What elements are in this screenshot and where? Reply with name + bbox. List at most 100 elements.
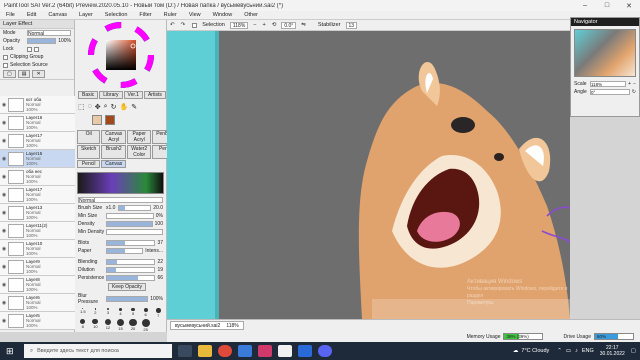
document-tab[interactable]: вусьмевусьний.sai2 118% xyxy=(170,321,244,330)
menu-selection[interactable]: Selection xyxy=(99,12,134,18)
brush-size-preset[interactable]: 8 xyxy=(77,318,89,332)
eyedropper-icon[interactable]: ✎ xyxy=(131,103,137,112)
layer-row[interactable]: ◉ Layer16 Normal 100% xyxy=(0,114,75,132)
visibility-eye-icon[interactable]: ◉ xyxy=(0,312,8,330)
lasso-tool-icon[interactable]: ◌ xyxy=(88,103,92,112)
drawing-canvas[interactable]: Активация Windows Чтобы активировать Win… xyxy=(167,31,570,319)
layer-row[interactable]: ◉ Layer5 Normal 100% xyxy=(0,312,75,330)
zoom-in-icon[interactable]: + xyxy=(260,22,269,28)
navigator-scale-field[interactable]: 118% xyxy=(590,81,627,87)
brush-tool-slot[interactable]: Water2 Color xyxy=(127,145,152,159)
layer-row[interactable]: ◉ Layer10 Normal 100% xyxy=(0,240,75,258)
weather-text[interactable]: 7°C Cloudy xyxy=(521,348,549,354)
explorer-icon[interactable] xyxy=(198,345,212,357)
visibility-eye-icon[interactable]: ◉ xyxy=(0,96,8,114)
taskbar-clock[interactable]: 22:17 30.01.2022 xyxy=(600,345,625,357)
blending-slider[interactable] xyxy=(106,259,156,265)
select-tool-icon[interactable]: ⬚ xyxy=(78,103,85,112)
min-size-slider[interactable] xyxy=(106,213,154,219)
zoom-field[interactable]: 118% xyxy=(229,21,249,29)
store-icon[interactable] xyxy=(238,345,252,357)
visibility-eye-icon[interactable]: ◉ xyxy=(0,222,8,240)
windows-start-icon[interactable]: ⊞ xyxy=(6,346,14,357)
delete-layer-icon[interactable]: ✕ xyxy=(32,70,45,78)
visibility-eye-icon[interactable]: ◉ xyxy=(0,204,8,222)
redo-icon[interactable]: ↷ xyxy=(178,22,189,28)
brush-size-preset[interactable]: 20 xyxy=(127,318,139,332)
color-tab-ver1[interactable]: Ver.1 xyxy=(123,91,143,99)
brush-size-preset[interactable]: 10 xyxy=(90,318,102,332)
brush-size-preset[interactable]: 25 xyxy=(140,318,152,332)
dilution-slider[interactable] xyxy=(106,267,156,273)
discord-icon[interactable] xyxy=(318,345,332,357)
move-tool-icon[interactable]: ✥ xyxy=(95,103,101,112)
menu-window[interactable]: Window xyxy=(207,12,239,18)
layer-row[interactable]: ◉ Layer9 Normal 100% xyxy=(0,258,75,276)
brush-size-preset[interactable]: 7 xyxy=(152,308,164,318)
clipping-checkbox[interactable] xyxy=(3,54,8,60)
layer-row[interactable]: ◉ оба нес Normal 100% xyxy=(0,168,75,186)
paper-slider[interactable] xyxy=(106,248,144,254)
color-tab-library[interactable]: Library xyxy=(99,91,123,99)
task-view-icon[interactable] xyxy=(178,345,192,357)
menu-ruler[interactable]: Ruler xyxy=(158,12,183,18)
layer-row[interactable]: ◉ Layer11(2) Normal 100% xyxy=(0,222,75,240)
color-wheel[interactable] xyxy=(75,20,167,90)
navigator-zoom-out-icon[interactable]: − xyxy=(633,81,636,87)
visibility-eye-icon[interactable]: ◉ xyxy=(0,276,8,294)
min-density-slider[interactable] xyxy=(106,229,163,235)
visibility-eye-icon[interactable]: ◉ xyxy=(0,114,8,132)
rotate-tool-icon[interactable]: ↻ xyxy=(111,103,117,112)
brush-size-preset[interactable]: 3 xyxy=(102,308,114,318)
new-folder-icon[interactable]: ▤ xyxy=(17,70,31,78)
brush-size-preset[interactable]: 5 xyxy=(127,308,139,318)
new-layer-icon[interactable]: ▢ xyxy=(3,70,16,78)
navigator-thumbnail[interactable] xyxy=(574,29,636,77)
density-slider[interactable] xyxy=(106,221,153,227)
color-tab-artists[interactable]: Artists xyxy=(143,91,166,99)
menu-edit[interactable]: Edit xyxy=(21,12,42,18)
blur-pressure-slider[interactable] xyxy=(106,296,149,302)
minimize-button[interactable]: – xyxy=(574,2,596,9)
navigator-angle-field[interactable]: 0° xyxy=(590,89,630,95)
weather-icon[interactable]: ☁ xyxy=(513,348,519,354)
menu-canvas[interactable]: Canvas xyxy=(42,12,73,18)
persistence-slider[interactable] xyxy=(106,275,156,281)
selection-source-checkbox[interactable] xyxy=(3,62,8,68)
layer-row[interactable]: ◉ Layer6 Normal 100% xyxy=(0,294,75,312)
browser-icon[interactable] xyxy=(218,345,232,357)
mode-select[interactable]: Normal xyxy=(27,30,71,37)
brush-size-preset[interactable]: 4 xyxy=(115,308,127,318)
language-indicator[interactable]: ENG xyxy=(582,348,594,354)
visibility-eye-icon[interactable]: ◉ xyxy=(0,240,8,258)
hand-tool-icon[interactable]: ✋ xyxy=(119,103,128,112)
undo-icon[interactable]: ↶ xyxy=(167,22,178,28)
flip-icon[interactable]: ⇋ xyxy=(298,22,309,28)
layer-row[interactable]: ◉ Layer17 Normal 100% xyxy=(0,186,75,204)
brush-size-mult[interactable]: x1.0 xyxy=(106,205,118,211)
brush-tool-slot[interactable]: Canvas xyxy=(101,160,127,168)
layer-row[interactable]: ◉ Layer8 Normal 100% xyxy=(0,276,75,294)
navigator-zoom-in-icon[interactable]: + xyxy=(628,81,631,87)
brush-tool-slot[interactable]: Pencil xyxy=(77,160,101,168)
volume-icon[interactable]: ♪ xyxy=(575,348,578,354)
visibility-eye-icon[interactable]: ◉ xyxy=(0,150,8,168)
brush-mode-select[interactable]: Normal xyxy=(78,197,163,204)
keep-opacity-button[interactable]: Keep Opacity xyxy=(108,283,147,291)
menu-other[interactable]: Other xyxy=(238,12,264,18)
network-icon[interactable]: ▭ xyxy=(566,348,571,354)
menu-file[interactable]: File xyxy=(0,12,21,18)
layer-row[interactable]: ◉ Layer15 Normal 100% xyxy=(0,150,75,168)
brush-tool-slot[interactable]: Canvas Acryl xyxy=(101,130,127,144)
brush-size-preset[interactable]: 15 xyxy=(115,318,127,332)
brush-size-preset[interactable]: 6 xyxy=(140,308,152,318)
lock-alpha-checkbox[interactable] xyxy=(34,46,39,52)
brush-tool-slot[interactable]: Sketch xyxy=(77,145,101,159)
media-icon[interactable] xyxy=(258,345,272,357)
brush-size-preset[interactable]: 1.5 xyxy=(77,308,89,318)
primary-color-swatch[interactable] xyxy=(92,114,102,125)
opacity-slider[interactable] xyxy=(27,38,57,44)
zoom-tool-icon[interactable]: ⌕ xyxy=(104,103,108,112)
close-button[interactable]: ✕ xyxy=(618,2,640,10)
tray-chevron-icon[interactable]: ⌃ xyxy=(557,348,562,354)
